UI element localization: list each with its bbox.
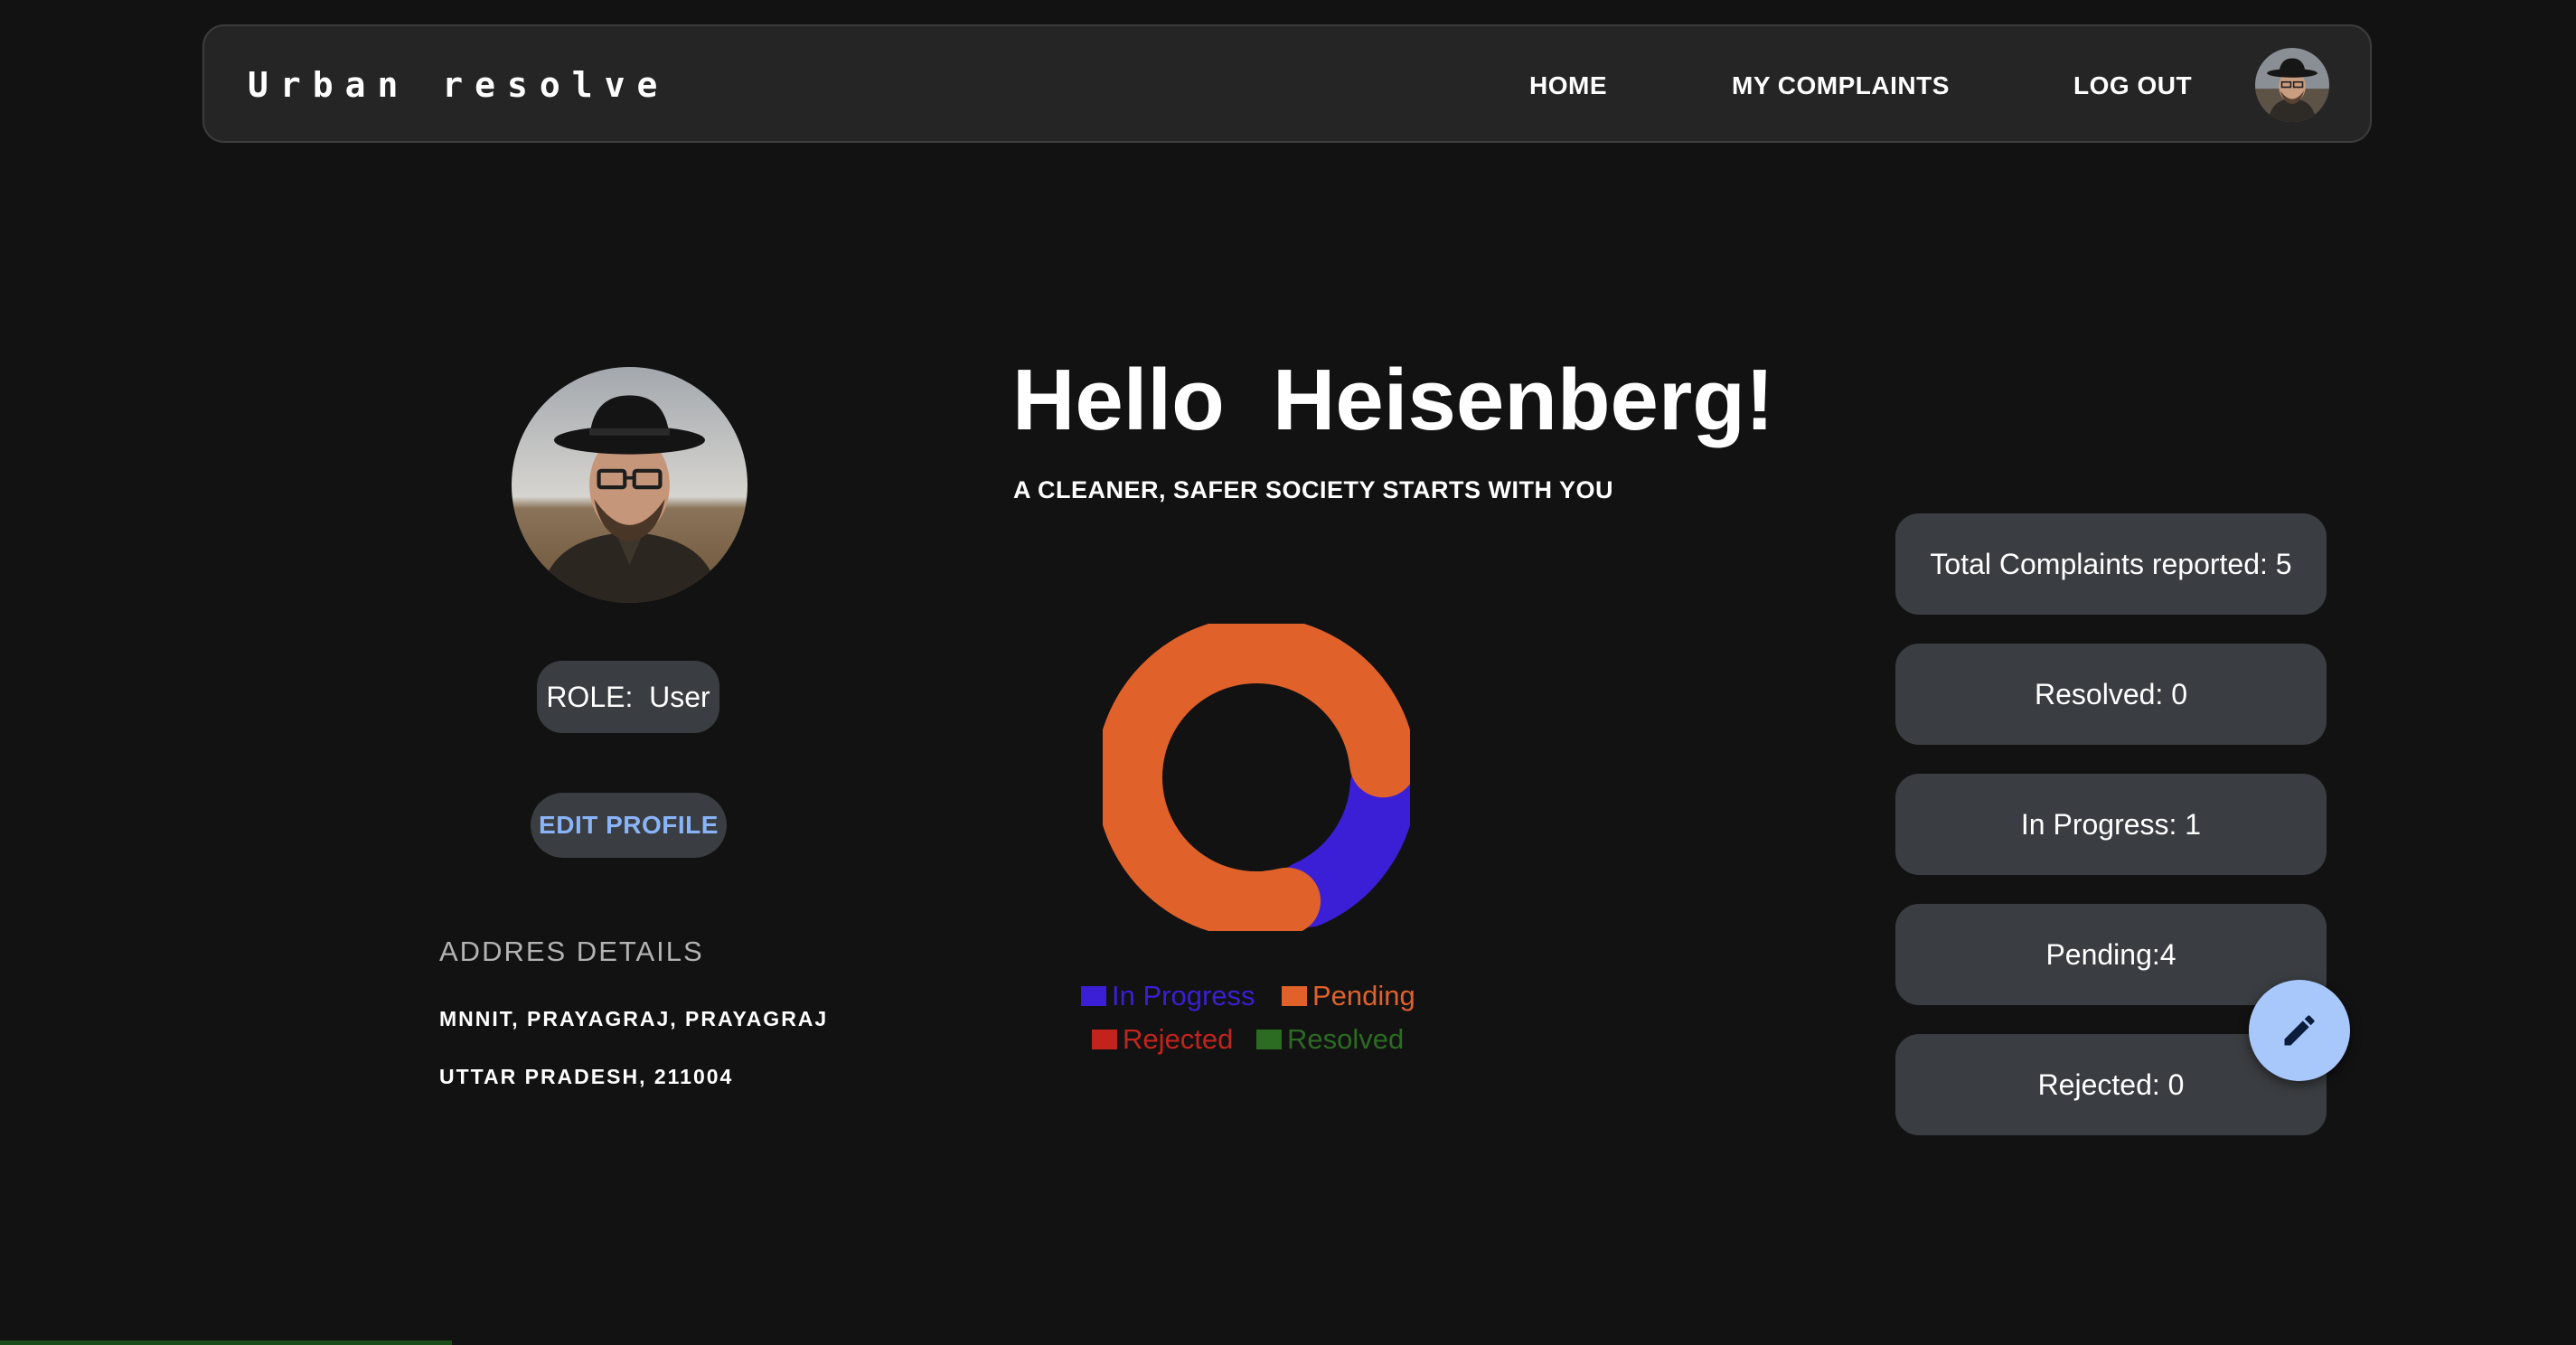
navbar: Urban resolve HOME MY COMPLAINTS LOG OUT [202, 24, 2372, 143]
navbar-avatar[interactable] [2255, 48, 2329, 122]
address-line-2: UTTAR PRADESH, 211004 [439, 1065, 734, 1088]
loading-progress-bar [0, 1340, 452, 1345]
pencil-icon [2284, 1015, 2315, 1046]
legend-swatch [1282, 986, 1307, 1006]
legend-label: Pending [1312, 980, 1415, 1011]
legend-item-resolved[interactable]: Resolved [1256, 1023, 1404, 1056]
nav-home[interactable]: HOME [1529, 26, 1607, 145]
tagline: A CLEANER, SAFER SOCIETY STARTS WITH YOU [1013, 476, 1614, 503]
legend-item-pending[interactable]: Pending [1282, 980, 1415, 1012]
profile-photo [512, 367, 747, 603]
stat-resolved: Resolved: 0 [1895, 644, 2327, 745]
nav-log-out[interactable]: LOG OUT [2073, 26, 2192, 145]
legend-swatch [1081, 986, 1106, 1006]
legend-item-in-progress[interactable]: In Progress [1081, 980, 1255, 1012]
page-root: Urban resolve HOME MY COMPLAINTS LOG OUT [0, 0, 2576, 1345]
legend-swatch [1092, 1030, 1117, 1049]
role-badge: ROLE: User [537, 661, 719, 733]
stat-total-complaints: Total Complaints reported: 5 [1895, 513, 2327, 615]
legend-label: Rejected [1123, 1023, 1234, 1055]
legend-item-rejected[interactable]: Rejected [1092, 1023, 1233, 1056]
brand-logo[interactable]: Urban resolve [248, 26, 669, 145]
nav-my-complaints[interactable]: MY COMPLAINTS [1732, 26, 1950, 145]
edit-profile-button[interactable]: EDIT PROFILE [531, 793, 727, 858]
stat-in-progress: In Progress: 1 [1895, 774, 2327, 875]
legend-label: Resolved [1287, 1023, 1405, 1055]
profile-avatar-icon [512, 367, 747, 603]
stat-pending: Pending:4 [1895, 904, 2327, 1005]
edit-fab-button[interactable] [2249, 980, 2350, 1081]
legend-label: In Progress [1112, 980, 1255, 1011]
legend-swatch [1256, 1030, 1282, 1049]
address-heading: ADDRES DETAILS [439, 936, 704, 967]
greeting-heading: Hello Heisenberg! [1012, 352, 1774, 448]
complaints-donut-chart [1103, 624, 1410, 931]
user-avatar-icon [2255, 48, 2329, 122]
address-line-1: MNNIT, PRAYAGRAJ, PRAYAGRAJ [439, 1007, 829, 1030]
